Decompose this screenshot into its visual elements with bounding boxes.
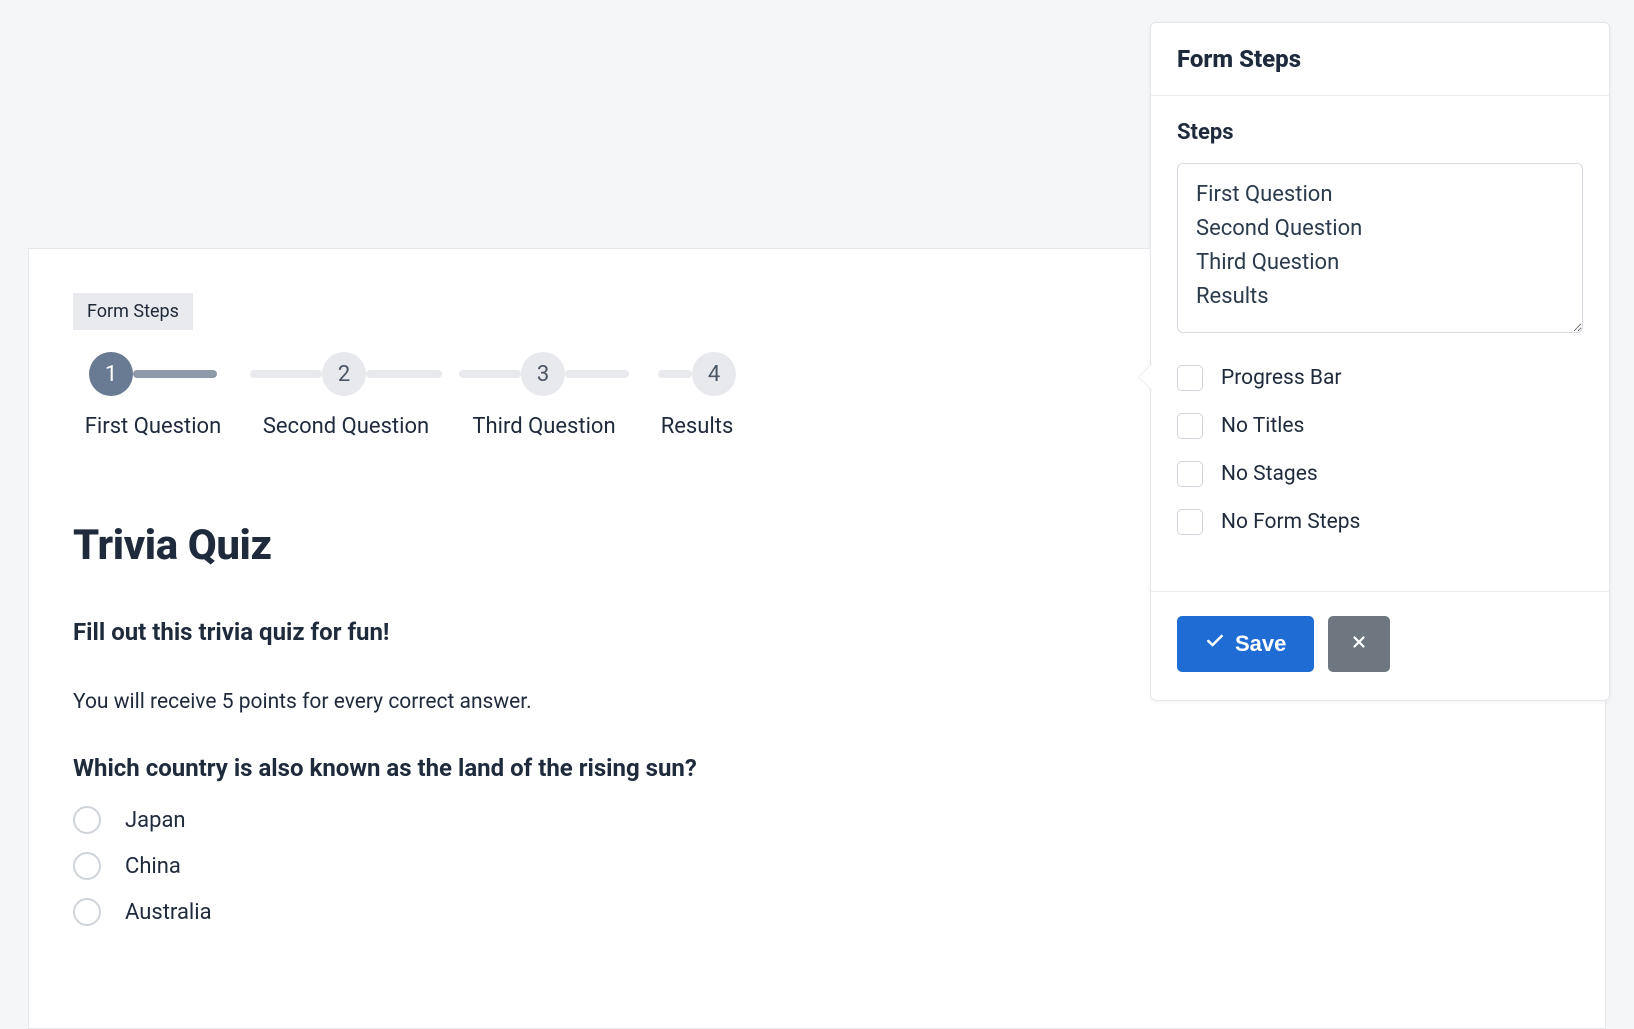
step-bar-1a — [133, 370, 217, 378]
check-label: Progress Bar — [1221, 366, 1342, 390]
radio-icon — [73, 852, 101, 880]
step-4[interactable]: 4 Results — [647, 352, 747, 439]
step-circle-1: 1 — [89, 352, 133, 396]
checkbox-icon — [1177, 365, 1203, 391]
check-label: No Form Steps — [1221, 510, 1360, 534]
step-1[interactable]: 1 First Question — [73, 352, 233, 439]
panel-header: Form Steps — [1151, 23, 1609, 96]
panel-body: Steps Progress Bar No Titles No Stages N… — [1151, 96, 1609, 565]
option-progress-bar[interactable]: Progress Bar — [1177, 365, 1583, 391]
steps-textarea[interactable] — [1177, 163, 1583, 333]
option-label: Japan — [125, 808, 186, 833]
step-circle-4: 4 — [692, 352, 736, 396]
panel-footer: Save — [1151, 591, 1609, 700]
step-label-4: Results — [661, 414, 734, 439]
step-bar-3b — [658, 370, 692, 378]
step-label-3: Third Question — [472, 414, 615, 439]
step-label-1: First Question — [85, 414, 222, 439]
save-button[interactable]: Save — [1177, 616, 1314, 672]
check-icon — [1205, 631, 1225, 657]
step-bar-2b — [459, 370, 521, 378]
checkbox-icon — [1177, 461, 1203, 487]
step-bar-1b — [250, 370, 322, 378]
option-japan[interactable]: Japan — [73, 806, 1561, 834]
step-label-2: Second Question — [263, 414, 429, 439]
step-2[interactable]: 2 Second Question — [251, 352, 441, 439]
steps-label: Steps — [1177, 120, 1583, 145]
option-no-form-steps[interactable]: No Form Steps — [1177, 509, 1583, 535]
step-bar-3a — [565, 370, 629, 378]
option-label: China — [125, 854, 181, 879]
option-no-stages[interactable]: No Stages — [1177, 461, 1583, 487]
close-button[interactable] — [1328, 616, 1390, 672]
step-bar-2a — [366, 370, 442, 378]
step-circle-3: 3 — [521, 352, 565, 396]
radio-icon — [73, 898, 101, 926]
quiz-question: Which country is also known as the land … — [73, 754, 1561, 782]
check-label: No Stages — [1221, 462, 1318, 486]
quiz-options: Japan China Australia — [73, 806, 1561, 926]
checkbox-icon — [1177, 509, 1203, 535]
check-label: No Titles — [1221, 414, 1304, 438]
form-steps-chip[interactable]: Form Steps — [73, 293, 193, 330]
form-steps-panel: Form Steps Steps Progress Bar No Titles … — [1150, 22, 1610, 701]
close-icon — [1350, 631, 1368, 657]
save-button-label: Save — [1235, 631, 1286, 657]
step-circle-2: 2 — [322, 352, 366, 396]
option-australia[interactable]: Australia — [73, 898, 1561, 926]
checkbox-icon — [1177, 413, 1203, 439]
option-label: Australia — [125, 900, 212, 925]
option-china[interactable]: China — [73, 852, 1561, 880]
step-3[interactable]: 3 Third Question — [459, 352, 629, 439]
option-no-titles[interactable]: No Titles — [1177, 413, 1583, 439]
panel-options: Progress Bar No Titles No Stages No Form… — [1177, 365, 1583, 535]
radio-icon — [73, 806, 101, 834]
